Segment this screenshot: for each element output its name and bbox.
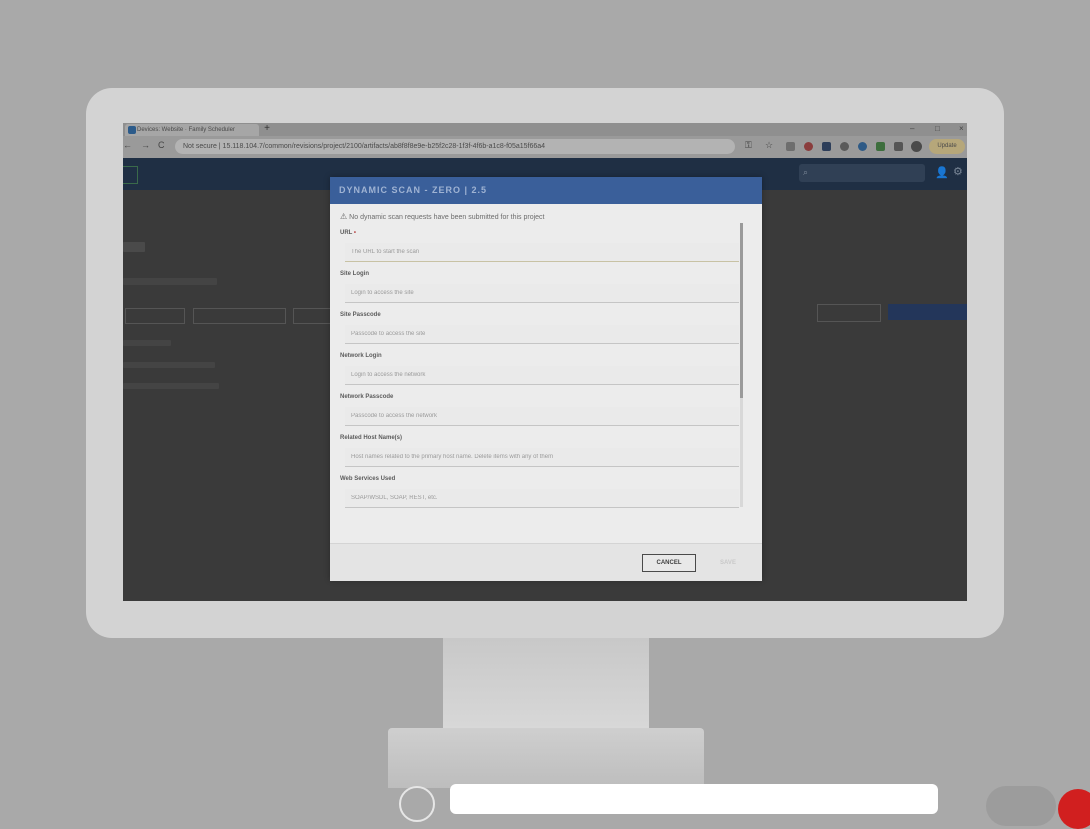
url-input[interactable] <box>345 243 739 262</box>
extension-icon[interactable] <box>876 142 885 151</box>
background-tab-button[interactable] <box>125 308 185 324</box>
network-login-label: Network Login <box>340 353 382 359</box>
warning-icon: ⚠ <box>340 212 348 221</box>
minimize-button[interactable]: – <box>910 123 914 136</box>
header-search-box[interactable]: ⌕ <box>799 164 925 182</box>
monitor-stand-neck <box>443 638 649 730</box>
maximize-button[interactable]: □ <box>935 123 940 136</box>
site-passcode-input[interactable] <box>345 325 739 344</box>
required-marker: • <box>353 230 357 236</box>
gear-icon[interactable]: ⚙ <box>953 165 963 178</box>
new-tab-button[interactable]: + <box>261 123 273 136</box>
dialog-scrollbar-thumb[interactable] <box>740 223 743 398</box>
url-label: URL • <box>340 230 357 236</box>
browser-tab-title: Devices: Website · Family Scheduler <box>137 127 235 133</box>
site-login-input[interactable] <box>345 284 739 303</box>
related-host-names-input[interactable] <box>345 448 739 467</box>
network-passcode-input[interactable] <box>345 407 739 426</box>
round-control-button[interactable] <box>399 786 435 822</box>
background-title <box>123 242 145 252</box>
red-action-button[interactable] <box>1058 789 1090 829</box>
background-primary-button[interactable] <box>888 304 967 320</box>
background-row <box>123 340 171 346</box>
bottom-panel <box>450 784 938 814</box>
cancel-button[interactable]: CANCEL <box>642 554 696 572</box>
dynamic-scan-dialog: DYNAMIC SCAN - ZERO | 2.5 ⚠ No dynamic sc… <box>330 177 762 581</box>
profile-avatar[interactable] <box>911 141 922 152</box>
background-row <box>123 383 219 389</box>
background-print-button[interactable] <box>817 304 881 322</box>
dialog-form: ⚠ No dynamic scan requests have been subm… <box>340 212 745 512</box>
user-icon[interactable]: 👤 <box>935 166 949 179</box>
web-services-used-label: Web Services Used <box>340 476 396 482</box>
update-button[interactable]: Update <box>929 139 965 154</box>
reload-button[interactable]: C <box>158 140 165 150</box>
related-host-names-label: Related Host Name(s) <box>340 435 403 441</box>
window-close-button[interactable]: × <box>959 123 964 136</box>
extensions-puzzle-icon[interactable] <box>894 142 903 151</box>
no-scan-warning: ⚠ No dynamic scan requests have been subm… <box>340 212 545 221</box>
key-icon[interactable]: ⚿ <box>745 140 752 151</box>
site-passcode-label: Site Passcode <box>340 312 381 318</box>
network-login-input[interactable] <box>345 366 739 385</box>
dialog-title: DYNAMIC SCAN - ZERO | 2.5 <box>330 177 762 204</box>
background-tab-button[interactable] <box>293 308 333 324</box>
extension-icon[interactable] <box>822 142 831 151</box>
monitor-stand-base <box>388 728 704 788</box>
forward-button[interactable]: → <box>141 140 150 150</box>
app-logo[interactable] <box>123 166 138 184</box>
extension-icon[interactable] <box>858 142 867 151</box>
address-bar[interactable]: Not secure | 15.118.104.7/common/revisio… <box>175 139 735 154</box>
extension-icon[interactable] <box>786 142 795 151</box>
web-services-used-input[interactable] <box>345 489 739 508</box>
site-favicon-icon <box>128 126 136 134</box>
extension-icon[interactable] <box>840 142 849 151</box>
browser-tab[interactable]: Devices: Website · Family Scheduler <box>125 124 259 136</box>
browser-toolbar: ← → C Not secure | 15.118.104.7/common/r… <box>123 136 967 158</box>
dialog-footer: CANCEL SAVE <box>330 543 762 581</box>
background-row <box>123 362 215 368</box>
save-button[interactable]: SAVE <box>706 554 750 572</box>
background-tab-button[interactable] <box>193 308 286 324</box>
warning-text: No dynamic scan requests have been submi… <box>349 214 545 221</box>
search-icon: ⌕ <box>803 167 809 177</box>
back-button[interactable]: ← <box>123 140 132 150</box>
star-icon[interactable]: ☆ <box>765 140 773 151</box>
network-passcode-label: Network Passcode <box>340 394 394 400</box>
site-login-label: Site Login <box>340 271 369 277</box>
background-subtitle <box>123 278 217 285</box>
browser-tab-bar: Devices: Website · Family Scheduler + – … <box>123 123 967 136</box>
corner-control[interactable] <box>986 786 1056 826</box>
extension-icon[interactable] <box>804 142 813 151</box>
